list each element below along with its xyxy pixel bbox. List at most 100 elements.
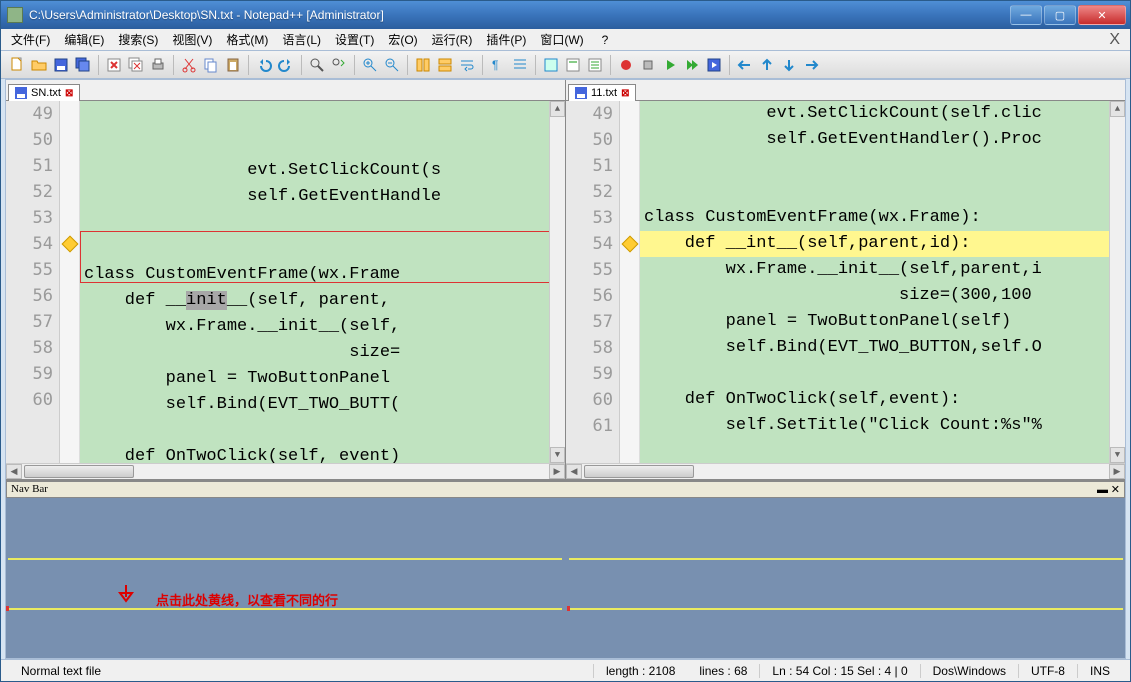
line-number-gutter: 49505152535455565758596061 [566, 101, 620, 463]
menu-file[interactable]: 文件(F) [5, 29, 56, 50]
marker-margin [620, 101, 640, 463]
nav-caption: 点击此处黄线，以查看不同的行 [156, 590, 338, 609]
menu-view[interactable]: 视图(V) [166, 29, 218, 50]
menu-edit[interactable]: 编辑(E) [58, 29, 110, 50]
status-position: Ln : 54 Col : 15 Sel : 4 | 0 [759, 664, 919, 678]
nav-bar-title: Nav Bar [11, 483, 48, 496]
vertical-scrollbar[interactable]: ▲▼ [1109, 101, 1125, 463]
sync-v-icon[interactable] [413, 55, 433, 75]
tab-sn-txt[interactable]: SN.txt ⊠ [8, 84, 80, 101]
replace-icon[interactable] [329, 55, 349, 75]
tab-strip-right: 11.txt ⊠ [566, 80, 1125, 101]
window-title: C:\Users\Administrator\Desktop\SN.txt - … [29, 8, 1008, 22]
close-all-icon[interactable] [126, 55, 146, 75]
editor-pane-left: SN.txt ⊠ 495051525354555657585960 evt.Se… [6, 80, 566, 479]
status-filetype: Normal text file [9, 664, 113, 678]
tab-close-icon[interactable]: ⊠ [65, 88, 73, 99]
menu-run[interactable]: 运行(R) [426, 29, 479, 50]
save-macro-icon[interactable] [704, 55, 724, 75]
status-lines: lines : 68 [687, 664, 759, 678]
file-saved-icon [15, 87, 27, 99]
paste-icon[interactable] [223, 55, 243, 75]
nav-diff-marker[interactable] [8, 558, 562, 560]
nav-bar-panel: Nav Bar ▬ ✕ 点击此处黄线，以查看不同的行 [6, 479, 1125, 658]
doc-map-icon[interactable] [563, 55, 583, 75]
new-file-icon[interactable] [7, 55, 27, 75]
play-multi-icon[interactable] [682, 55, 702, 75]
print-icon[interactable] [148, 55, 168, 75]
tab-label: SN.txt [31, 87, 61, 99]
nav-bar-header: Nav Bar ▬ ✕ [6, 481, 1125, 498]
horizontal-scrollbar[interactable]: ◀▶ [6, 463, 565, 479]
menu-window[interactable]: 窗口(W) [534, 29, 589, 50]
compare-prev-icon[interactable] [735, 55, 755, 75]
svg-text:¶: ¶ [492, 58, 498, 72]
cut-icon[interactable] [179, 55, 199, 75]
nav-pane-left[interactable]: 点击此处黄线，以查看不同的行 [6, 498, 567, 658]
save-icon[interactable] [51, 55, 71, 75]
menu-language[interactable]: 语言(L) [276, 29, 327, 50]
tab-label: 11.txt [591, 87, 617, 99]
menu-settings[interactable]: 设置(T) [329, 29, 380, 50]
code-editor-right[interactable]: 49505152535455565758596061 evt.SetClickC… [566, 101, 1125, 463]
record-macro-icon[interactable] [616, 55, 636, 75]
status-length: length : 2108 [593, 664, 687, 678]
horizontal-scrollbar[interactable]: ◀▶ [566, 463, 1125, 479]
menu-search[interactable]: 搜索(S) [112, 29, 164, 50]
vertical-scrollbar[interactable]: ▲▼ [549, 101, 565, 463]
show-all-chars-icon[interactable]: ¶ [488, 55, 508, 75]
nav-cursor-marker [6, 606, 9, 611]
menu-help[interactable]: ? [596, 31, 615, 49]
wrap-icon[interactable] [457, 55, 477, 75]
nav-diff-marker[interactable] [569, 558, 1123, 560]
compare-down-icon[interactable] [779, 55, 799, 75]
indent-guide-icon[interactable] [510, 55, 530, 75]
status-bar: Normal text file length : 2108 lines : 6… [1, 659, 1130, 681]
close-button[interactable]: ✕ [1078, 5, 1126, 25]
menu-format[interactable]: 格式(M) [220, 29, 274, 50]
compare-up-icon[interactable] [757, 55, 777, 75]
nav-diff-marker[interactable] [569, 608, 1123, 610]
toolbar: ¶ [1, 51, 1130, 79]
menu-macro[interactable]: 宏(O) [382, 29, 423, 50]
function-list-icon[interactable] [585, 55, 605, 75]
save-all-icon[interactable] [73, 55, 93, 75]
user-lang-icon[interactable] [541, 55, 561, 75]
marker-margin [60, 101, 80, 463]
copy-icon[interactable] [201, 55, 221, 75]
minimize-button[interactable]: — [1010, 5, 1042, 25]
stop-macro-icon[interactable] [638, 55, 658, 75]
open-file-icon[interactable] [29, 55, 49, 75]
compare-next-icon[interactable] [801, 55, 821, 75]
line-number-gutter: 495051525354555657585960 [6, 101, 60, 463]
nav-pane-right[interactable] [567, 498, 1125, 658]
sync-h-icon[interactable] [435, 55, 455, 75]
code-lines[interactable]: evt.SetClickCount(self.clic self.GetEven… [640, 101, 1109, 463]
status-encoding: UTF-8 [1018, 664, 1077, 678]
menu-plugins[interactable]: 插件(P) [480, 29, 532, 50]
tab-strip-left: SN.txt ⊠ [6, 80, 565, 101]
menu-bar: 文件(F) 编辑(E) 搜索(S) 视图(V) 格式(M) 语言(L) 设置(T… [1, 29, 1130, 51]
tab-11-txt[interactable]: 11.txt ⊠ [568, 84, 636, 101]
tab-close-icon[interactable]: ⊠ [621, 88, 629, 99]
app-icon [7, 7, 23, 23]
nav-cursor-marker [567, 606, 570, 611]
editor-pane-right: 11.txt ⊠ 49505152535455565758596061 evt.… [566, 80, 1125, 479]
undo-icon[interactable] [254, 55, 274, 75]
menu-close-x[interactable]: X [1103, 31, 1126, 49]
title-bar: C:\Users\Administrator\Desktop\SN.txt - … [1, 1, 1130, 29]
nav-bar-close-icon[interactable]: ▬ ✕ [1097, 483, 1120, 496]
status-eol: Dos\Windows [920, 664, 1018, 678]
redo-icon[interactable] [276, 55, 296, 75]
file-saved-icon [575, 87, 587, 99]
zoom-out-icon[interactable] [382, 55, 402, 75]
code-editor-left[interactable]: 495051525354555657585960 evt.SetClickCou… [6, 101, 565, 463]
zoom-in-icon[interactable] [360, 55, 380, 75]
arrow-annotation-icon [116, 583, 144, 611]
maximize-button[interactable]: ▢ [1044, 5, 1076, 25]
code-lines[interactable]: evt.SetClickCount(s self.GetEventHandlec… [80, 101, 549, 463]
find-icon[interactable] [307, 55, 327, 75]
close-file-icon[interactable] [104, 55, 124, 75]
status-insert-mode: INS [1077, 664, 1122, 678]
play-macro-icon[interactable] [660, 55, 680, 75]
